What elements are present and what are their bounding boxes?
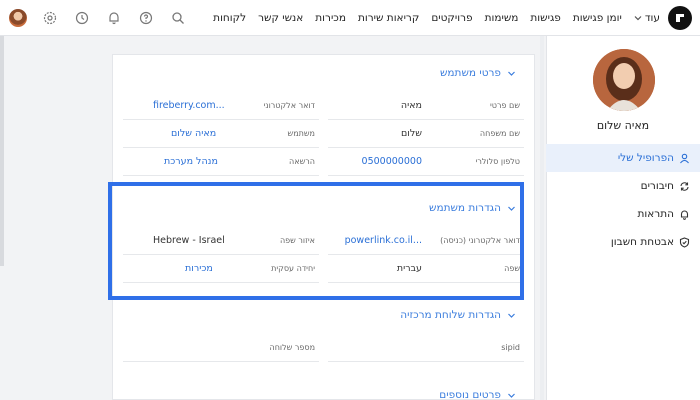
field-first-name: שם פרטי מאיה [328,92,524,120]
profile-menu: הפרופיל שלי חיבורים התראות אבטחת חשבון [546,144,700,256]
chevron-down-icon [634,16,642,21]
chevron-down-icon [508,313,515,318]
sidebar-item-connections[interactable]: חיבורים [546,172,700,200]
field-label: שם משפחה [479,129,520,138]
field-email: דואר אלקטרוני fireberry.com... [123,92,319,120]
section-header-central-settings[interactable]: הגדרות שלוחת מרכזיה [400,309,516,321]
nav-item-service-calls[interactable]: קריאות שירות [358,12,419,24]
section-header-more-details[interactable]: פרטים נוספים [439,389,516,400]
field-user: משתמש מאיה שלום [123,120,319,148]
gear-icon[interactable] [40,8,60,28]
clock-icon[interactable] [72,8,92,28]
field-mobile-phone: טלפון סלולרי 0500000000 [328,148,524,176]
search-icon[interactable] [168,8,188,28]
field-permission: הרשאה מנהל מערכת [123,148,319,176]
content-scrollbar[interactable] [540,36,544,400]
field-value[interactable]: שלום [401,128,422,139]
phone-link[interactable]: 0500000000 [362,156,422,167]
field-label: טלפון סלולרי [475,157,520,166]
sidebar-item-label: התראות [637,208,674,220]
nav-item-contacts[interactable]: אנשי קשר [258,12,303,24]
shield-icon [679,236,690,248]
nav-item-tasks[interactable]: משימות [485,12,519,24]
profile-sidebar: מאיה שלום הפרופיל שלי חיבורים התראות אבט… [546,36,700,400]
nav-item-projects[interactable]: פרויקטים [431,12,472,24]
sidebar-item-notifications[interactable]: התראות [546,200,700,228]
email-link[interactable]: fireberry.com... [153,100,225,111]
permission-link[interactable]: מנהל מערכת [164,156,218,167]
user-link[interactable]: מאיה שלום [171,128,216,139]
field-label: משתמש [287,129,315,138]
field-label: מספר שלוחה [269,343,315,352]
field-label: שם פרטי [489,101,520,110]
section-title: הגדרות שלוחת מרכזיה [400,309,501,321]
sync-icon [680,181,689,191]
chevron-down-icon [508,71,515,76]
sidebar-item-my-profile[interactable]: הפרופיל שלי [546,144,700,172]
sidebar-item-label: אבטחת חשבון [610,236,674,248]
user-avatar[interactable] [8,8,28,28]
nav-item-meetings[interactable]: פגישות [530,12,560,24]
help-icon[interactable] [136,8,156,28]
field-label: sipid [501,343,520,352]
chevron-down-icon [508,393,515,398]
sidebar-item-label: הפרופיל שלי [617,152,674,164]
profile-photo[interactable] [593,49,655,111]
main-nav: לקוחות אנשי קשר מכירות קריאות שירות פרוי… [213,0,660,36]
profile-name: מאיה שלום [596,119,650,132]
field-sipid: sipid [328,334,524,362]
section-title: פרטי משתמש [439,67,501,79]
field-label: דואר אלקטרוני [263,101,315,110]
nav-item-sales[interactable]: מכירות [315,12,346,24]
nav-item-calendar[interactable]: יומן פגישות [573,12,622,24]
section-header-user-details[interactable]: פרטי משתמש [440,67,516,79]
bell-icon[interactable] [104,8,124,28]
sidebar-item-label: חיבורים [640,180,674,192]
user-icon [680,153,689,163]
app-logo[interactable] [668,6,692,30]
bell-icon [680,210,689,220]
field-value[interactable]: מאיה [401,100,422,111]
nav-more-label: עוד [644,12,660,24]
field-last-name: שם משפחה שלום [328,120,524,148]
field-extension-number: מספר שלוחה [123,334,319,362]
highlight-box [108,182,524,300]
section-title: פרטים נוספים [439,389,501,400]
sidebar-item-account-security[interactable]: אבטחת חשבון [546,228,700,256]
nav-item-customers[interactable]: לקוחות [213,12,246,24]
avatar [9,9,27,27]
nav-more[interactable]: עוד [634,12,660,24]
toolbar-icons [8,0,188,36]
left-edge-strip [0,36,4,266]
top-bar: לקוחות אנשי קשר מכירות קריאות שירות פרוי… [0,0,700,36]
field-label: הרשאה [289,157,315,166]
